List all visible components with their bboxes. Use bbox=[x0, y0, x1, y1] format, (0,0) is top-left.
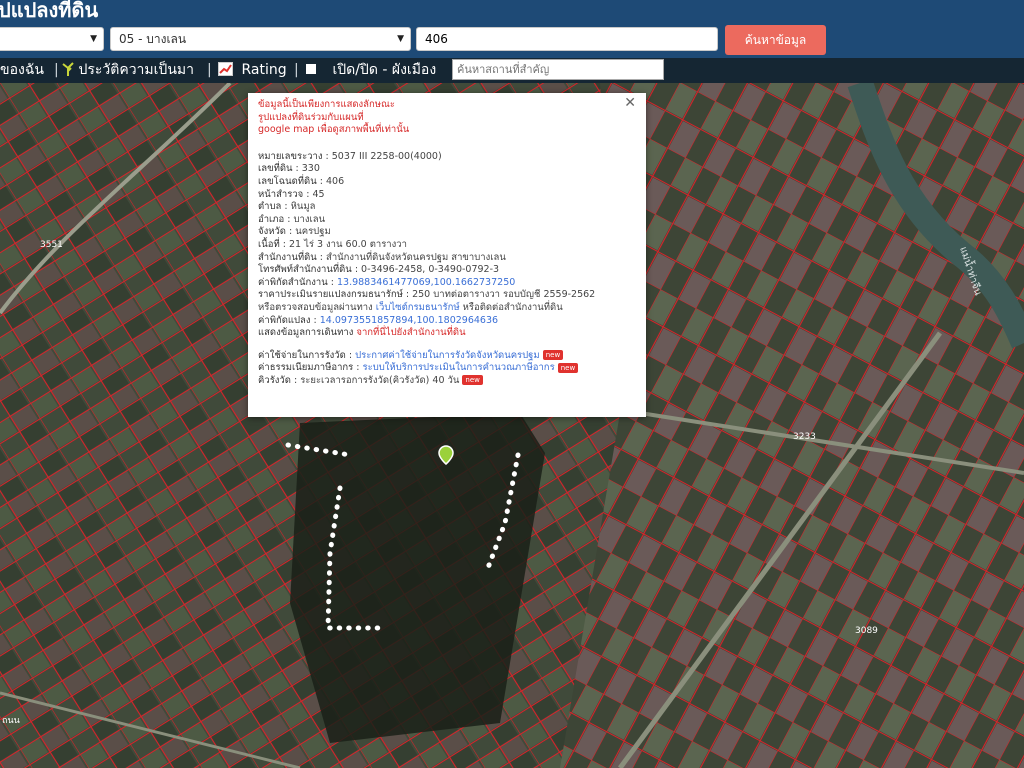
field-value: 5037 III 2258-00(4000) bbox=[331, 150, 442, 162]
field-label: ค่าใช้จ่ายในการรังวัด bbox=[258, 349, 346, 361]
chevron-down-icon: ▼ bbox=[397, 34, 404, 44]
place-search-input[interactable] bbox=[452, 59, 664, 80]
office-coordinate-link[interactable]: 13.9883461477069,100.1662737250 bbox=[337, 277, 515, 288]
notice-line: google map เพื่อดูสภาพพื้นที่เท่านั้น bbox=[258, 124, 410, 136]
new-badge: new bbox=[542, 350, 564, 361]
toolbar-item-rating-label: Rating bbox=[241, 62, 287, 78]
chart-icon bbox=[218, 62, 233, 76]
check-row: หรือตรวจสอบข้อมูลผ่านทาง เว็บไซต์กรมธนาร… bbox=[258, 302, 636, 315]
field-label: สำนักงานที่ดิน bbox=[258, 251, 317, 263]
field-label: ตำบล bbox=[258, 201, 282, 213]
parcel-field-row: หมายเลขระวาง : 5037 III 2258-00(4000) bbox=[258, 150, 442, 162]
field-value: สำนักงานที่ดินจังหวัดนครปฐม สาขาบางเลน bbox=[326, 251, 506, 263]
survey-queue-row: คิวรังวัด : ระยะเวลารอการรังวัด(คิวรังวั… bbox=[258, 375, 636, 388]
new-badge: new bbox=[462, 375, 483, 386]
parcel-field-row: จังหวัด : นครปฐม bbox=[258, 226, 331, 238]
office-coordinate-row: ค่าพิกัดสำนักงาน : 13.9883461477069,100.… bbox=[258, 276, 516, 288]
chevron-down-icon: ▼ bbox=[90, 34, 97, 44]
toolbar-item-zoning-label: เปิด/ปิด - ผังเมือง bbox=[332, 62, 437, 78]
parcel-field-list: หมายเลขระวาง : 5037 III 2258-00(4000) เลข… bbox=[258, 151, 636, 277]
field-value: ระยะเวลารอการรังวัด(คิวรังวัด) 40 วัน bbox=[300, 374, 460, 386]
check-prefix: หรือตรวจสอบข้อมูลผ่านทาง bbox=[258, 301, 373, 313]
field-value: 330 bbox=[301, 163, 320, 175]
parcel-field-row: เลขโฉนดที่ดิน : 406 bbox=[258, 175, 345, 187]
route-link[interactable]: จากที่นี่ไปยังสำนักงานที่ดิน bbox=[356, 327, 465, 338]
close-icon[interactable]: ✕ bbox=[624, 95, 636, 111]
toolbar-item-history[interactable]: ประวัติความเป็นมา bbox=[62, 60, 194, 80]
header-bar: ปแปลงที่ดิน ▼ 05 - บางเลน ▼ ค้นหาข้อมูล bbox=[0, 0, 1024, 60]
field-value: 0-3496-2458, 0-3490-0792-3 bbox=[361, 264, 500, 276]
parcel-field-row: อำเภอ : บางเลน bbox=[258, 213, 326, 225]
field-label: แสดงข้อมูลการเดินทาง bbox=[258, 327, 354, 339]
road-label: 3551 bbox=[40, 240, 63, 250]
price-row: ราคาประเมินรายแปลงกรมธนารักษ์ : 250 บาทต… bbox=[258, 289, 596, 301]
field-label: อำเภอ bbox=[258, 213, 285, 225]
toolbar-separator: | bbox=[54, 62, 59, 78]
tax-fee-link[interactable]: ระบบให้บริการประเมินในการคำนวณภาษีอากร bbox=[363, 362, 555, 373]
survey-fee-link[interactable]: ประกาศค่าใช้จ่ายในการรังวัดจังหวัดนครปฐม bbox=[355, 350, 540, 361]
field-value: 406 bbox=[325, 175, 345, 187]
survey-fee-row: ค่าใช้จ่ายในการรังวัด : ประกาศค่าใช้จ่าย… bbox=[258, 350, 636, 363]
tax-fee-row: ค่าธรรมเนียมภาษีอากร : ระบบให้บริการประเ… bbox=[258, 362, 636, 375]
corner-label: ถนน bbox=[2, 716, 20, 726]
search-button[interactable]: ค้นหาข้อมูล bbox=[725, 25, 826, 55]
toolbar-separator: | bbox=[294, 62, 299, 78]
field-label: หมายเลขระวาง bbox=[258, 150, 323, 162]
toolbar-separator: | bbox=[207, 62, 212, 78]
parcel-field-row: โทรศัพท์สำนักงานที่ดิน : 0-3496-2458, 0-… bbox=[258, 264, 500, 276]
field-value: 21 ไร่ 3 งาน 60.0 ตารางวา bbox=[288, 238, 407, 250]
notice-line: ข้อมูลนี้เป็นเพียงการแสดงลักษณะ bbox=[258, 99, 395, 110]
district-select[interactable]: 05 - บางเลน ▼ bbox=[110, 27, 411, 51]
map-toolbar: ของฉัน | ประวัติความเป็นมา | Rating | เป… bbox=[0, 58, 1024, 83]
field-label: เลขโฉนดที่ดิน bbox=[258, 175, 317, 187]
check-suffix: หรือติดต่อสำนักงานที่ดิน bbox=[462, 301, 563, 313]
field-label: เลขที่ดิน bbox=[258, 163, 293, 175]
parcel-coordinate-link[interactable]: 14.0973551857894,100.1802964636 bbox=[320, 315, 498, 326]
field-label: หน้าสำรวจ bbox=[258, 188, 304, 200]
checkbox-icon[interactable] bbox=[306, 64, 316, 74]
parcel-number-input[interactable] bbox=[416, 27, 718, 51]
field-value: นครปฐม bbox=[295, 226, 331, 238]
field-label: คิวรังวัด bbox=[258, 374, 291, 386]
new-badge: new bbox=[557, 362, 579, 373]
field-label: ค่าธรรมเนียมภาษีอากร bbox=[258, 362, 354, 374]
field-value: บางเลน bbox=[293, 213, 326, 225]
field-label: ค่าพิกัดสำนักงาน bbox=[258, 276, 328, 288]
field-value: หินมูล bbox=[290, 201, 316, 213]
toolbar-item-rating[interactable]: Rating bbox=[218, 60, 287, 80]
province-select[interactable]: ▼ bbox=[0, 27, 104, 51]
district-select-value: 05 - บางเลน bbox=[119, 32, 187, 46]
field-label: จังหวัด bbox=[258, 226, 286, 238]
field-label: ราคาประเมินรายแปลงกรมธนารักษ์ bbox=[258, 289, 403, 301]
parcel-field-row: เลขที่ดิน : 330 bbox=[258, 163, 320, 175]
field-value: 250 บาทต่อตารางวา รอบบัญชี 2559-2562 bbox=[412, 289, 596, 301]
road-label: 3089 bbox=[855, 626, 878, 636]
toolbar-item-mine[interactable]: ของฉัน bbox=[0, 60, 44, 80]
field-label: โทรศัพท์สำนักงานที่ดิน bbox=[258, 264, 352, 276]
parcel-field-row: เนื้อที่ : 21 ไร่ 3 งาน 60.0 ตารางวา bbox=[258, 238, 407, 250]
parcel-coordinate-row: ค่าพิกัดแปลง : 14.0973551857894,100.1802… bbox=[258, 314, 499, 326]
parcel-field-row: หน้าสำรวจ : 45 bbox=[258, 188, 325, 200]
parcel-field-row: ตำบล : หินมูล bbox=[258, 201, 316, 213]
notice-line: รูปแปลงที่ดินร่วมกับแผนที่ bbox=[258, 111, 364, 123]
treasury-website-link[interactable]: เว็บไซต์กรมธนารักษ์ bbox=[376, 302, 460, 313]
toolbar-item-zoning[interactable]: เปิด/ปิด - ผังเมือง bbox=[306, 60, 436, 80]
parcel-info-popup: ✕ ข้อมูลนี้เป็นเพียงการแสดงลักษณะ รูปแปล… bbox=[248, 93, 646, 417]
field-value: 45 bbox=[312, 188, 325, 200]
toolbar-item-history-label: ประวัติความเป็นมา bbox=[78, 62, 194, 78]
route-row: แสดงข้อมูลการเดินทาง จากที่นี่ไปยังสำนัก… bbox=[258, 327, 636, 340]
field-label: ค่าพิกัดแปลง bbox=[258, 314, 311, 326]
page-title: ปแปลงที่ดิน bbox=[0, 0, 99, 22]
history-icon bbox=[62, 62, 74, 76]
parcel-field-row: สำนักงานที่ดิน : สำนักงานที่ดินจังหวัดนค… bbox=[258, 251, 506, 263]
field-label: เนื้อที่ bbox=[258, 238, 280, 250]
road-label: 3233 bbox=[793, 432, 816, 442]
